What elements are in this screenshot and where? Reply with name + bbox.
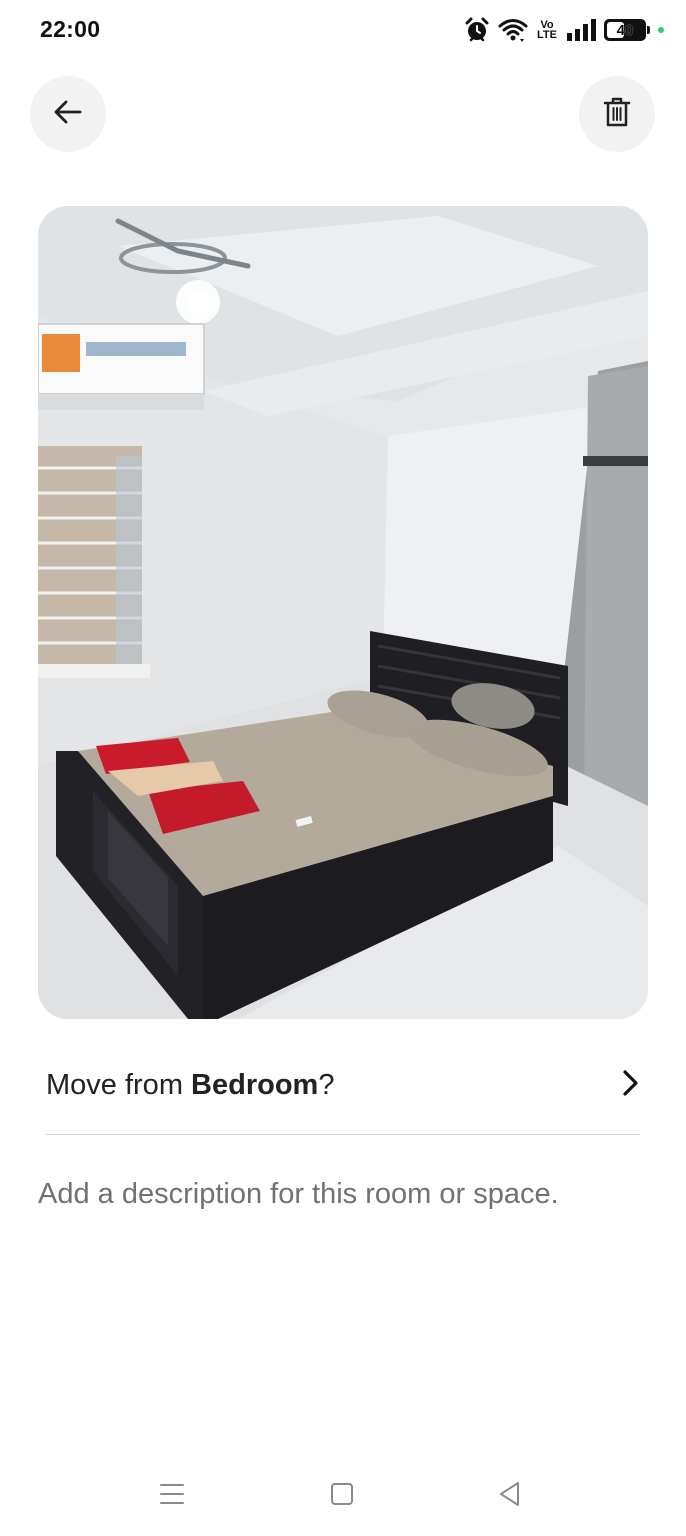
status-icons: Vo LTE 40	[464, 14, 664, 46]
room-photo[interactable]	[38, 206, 648, 1019]
system-nav-bar	[0, 1460, 686, 1536]
battery-icon: 40	[604, 19, 650, 41]
move-room-text: Move from Bedroom?	[46, 1069, 334, 1102]
description-input[interactable]	[38, 1166, 648, 1222]
volte-icon: Vo LTE	[536, 20, 558, 41]
home-square-icon	[330, 1482, 354, 1511]
move-suffix: ?	[318, 1068, 335, 1101]
privacy-dot	[658, 27, 664, 33]
delete-button[interactable]	[579, 76, 655, 152]
arrow-left-icon	[52, 96, 84, 133]
back-triangle-icon	[497, 1481, 523, 1512]
trash-icon	[602, 96, 632, 133]
alarm-icon	[464, 17, 490, 43]
back-button[interactable]	[30, 76, 106, 152]
signal-icon	[566, 18, 596, 42]
chevron-right-icon	[620, 1069, 640, 1102]
wifi-icon	[498, 18, 528, 42]
recent-apps-button[interactable]	[152, 1476, 192, 1516]
volte-line2: LTE	[537, 29, 557, 41]
home-button[interactable]	[322, 1476, 362, 1516]
move-prefix: Move from	[46, 1068, 192, 1101]
current-room-name: Bedroom	[191, 1068, 319, 1101]
status-time: 22:00	[40, 16, 101, 42]
battery-level: 40	[616, 21, 634, 39]
status-bar: 22:00 Vo LTE 40	[0, 0, 686, 60]
move-room-row[interactable]: Move from Bedroom?	[46, 1050, 640, 1120]
bedroom-photo	[38, 206, 648, 1019]
divider	[46, 1134, 640, 1135]
system-back-button[interactable]	[490, 1476, 530, 1516]
menu-icon	[159, 1482, 185, 1511]
